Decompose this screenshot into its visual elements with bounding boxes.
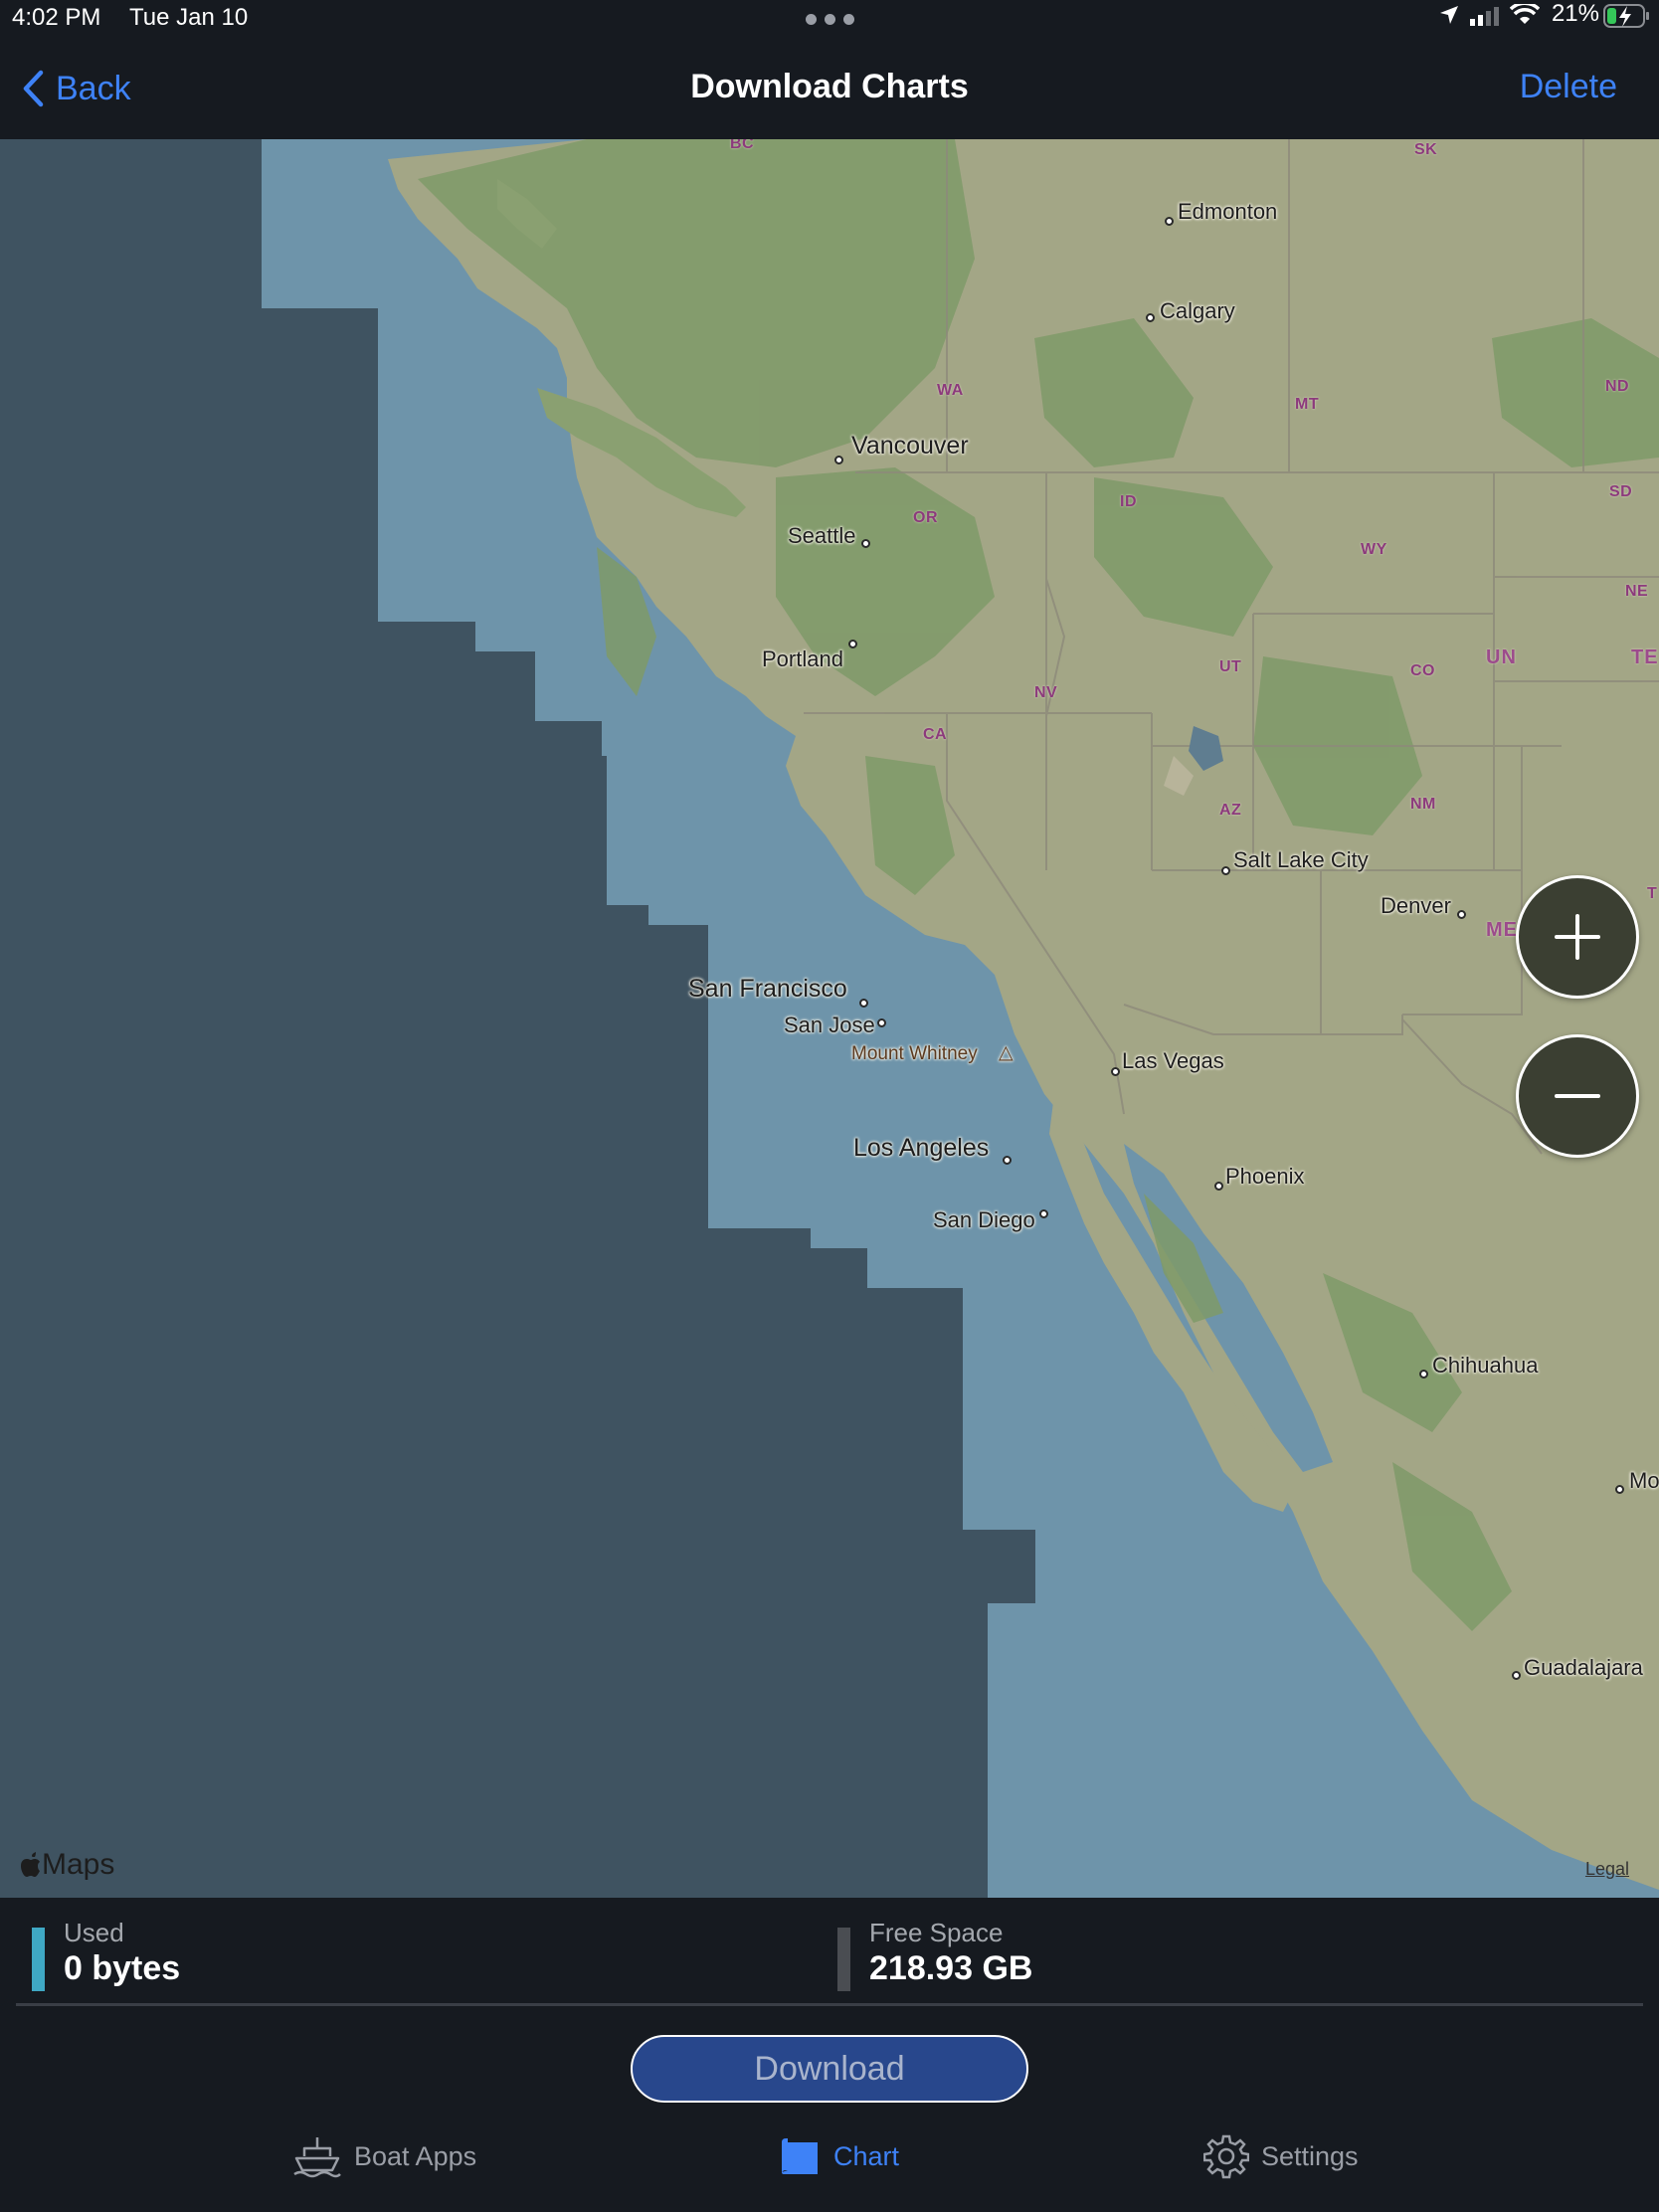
city-dot-edmonton bbox=[1165, 217, 1174, 226]
city-label-san-francisco: San Francisco bbox=[688, 975, 847, 1003]
used-value: 0 bytes bbox=[64, 1949, 181, 1987]
tab-chart-label: Chart bbox=[833, 2140, 900, 2171]
region-label-mt: MT bbox=[1295, 396, 1320, 413]
city-label-vancouver: Vancouver bbox=[851, 432, 969, 460]
city-dot-salt-lake-city bbox=[1221, 866, 1230, 875]
city-dot-vancouver bbox=[834, 456, 843, 464]
city-dot-phoenix bbox=[1214, 1182, 1223, 1191]
legal-link[interactable]: Legal bbox=[1585, 1859, 1629, 1880]
city-label-denver: Denver bbox=[1381, 893, 1451, 918]
used-color-indicator bbox=[32, 1928, 45, 1991]
gear-icon bbox=[1203, 2134, 1249, 2179]
chart-map-icon bbox=[782, 2138, 818, 2174]
region-label-sk: SK bbox=[1414, 141, 1438, 158]
region-label-ca: CA bbox=[923, 726, 948, 743]
peak-label-mount-whitney: Mount Whitney bbox=[851, 1043, 978, 1064]
status-bar: 4:02 PM Tue Jan 10 21% bbox=[0, 0, 1659, 40]
used-label: Used bbox=[64, 1918, 124, 1947]
cellular-signal-icon bbox=[1470, 6, 1502, 31]
status-date: Tue Jan 10 bbox=[129, 4, 249, 31]
city-dot-san-francisco bbox=[859, 999, 868, 1008]
tab-settings-label: Settings bbox=[1261, 2140, 1359, 2171]
region-label-bc: BC bbox=[730, 139, 755, 152]
city-label-san-jose: San Jose bbox=[784, 1013, 875, 1037]
city-dot-portland bbox=[848, 640, 857, 648]
city-dot-guadalajara bbox=[1512, 1671, 1521, 1680]
city-dot-seattle bbox=[861, 539, 870, 548]
storage-summary: Used 0 bytes Free Space 218.93 GB bbox=[0, 1898, 1659, 2007]
city-label-salt-lake-city: Salt Lake City bbox=[1233, 847, 1369, 872]
zoom-out-button[interactable] bbox=[1516, 1034, 1639, 1158]
divider bbox=[16, 2003, 1643, 2006]
region-label-or: OR bbox=[913, 509, 938, 526]
city-dot-denver bbox=[1457, 910, 1466, 919]
city-label-las-vegas: Las Vegas bbox=[1122, 1048, 1224, 1073]
download-button[interactable]: Download bbox=[631, 2035, 1028, 2103]
minus-icon bbox=[1555, 1094, 1600, 1098]
city-label-edmonton: Edmonton bbox=[1178, 199, 1278, 224]
wifi-icon bbox=[1509, 1, 1541, 31]
tab-boat-apps[interactable]: Boat Apps bbox=[292, 2126, 476, 2186]
city-dot-san-jose bbox=[877, 1018, 886, 1027]
region-label-t: T bbox=[1647, 885, 1658, 902]
region-label-te: TE bbox=[1631, 646, 1659, 668]
used-storage: Used 0 bytes bbox=[32, 1918, 430, 1991]
region-label-co: CO bbox=[1410, 662, 1435, 679]
region-label-ut: UT bbox=[1219, 658, 1242, 675]
tab-settings[interactable]: Settings bbox=[1203, 2126, 1359, 2186]
free-label: Free Space bbox=[869, 1918, 1004, 1947]
apple-maps-logo: Maps bbox=[20, 1848, 114, 1882]
tab-boat-apps-label: Boat Apps bbox=[354, 2140, 477, 2171]
city-dot-calgary bbox=[1146, 313, 1155, 322]
city-label-guadalajara: Guadalajara bbox=[1524, 1655, 1643, 1680]
city-label-phoenix: Phoenix bbox=[1225, 1164, 1305, 1189]
battery-charging-icon bbox=[1603, 4, 1651, 33]
region-label-nm: NM bbox=[1410, 796, 1436, 813]
navigation-bar: Back Download Charts Delete bbox=[0, 40, 1659, 139]
location-arrow-icon bbox=[1438, 4, 1460, 31]
city-label-san-diego: San Diego bbox=[933, 1207, 1035, 1232]
tab-bar: Boat Apps Chart Settings bbox=[0, 2119, 1659, 2212]
region-label-ne: NE bbox=[1625, 583, 1649, 600]
multitasking-dots-icon[interactable] bbox=[806, 14, 855, 26]
city-label-portland: Portland bbox=[762, 646, 843, 671]
city-dot-mo bbox=[1615, 1485, 1624, 1494]
city-label-mo: Mo bbox=[1629, 1468, 1659, 1493]
tab-chart[interactable]: Chart bbox=[778, 2126, 899, 2186]
maps-logo-text: Maps bbox=[42, 1848, 115, 1881]
chart-map[interactable]: BC SK WA MT ND SD ID OR WY NE UT CO NV C… bbox=[0, 139, 1659, 1898]
region-label-nv: NV bbox=[1034, 684, 1058, 701]
city-label-seattle: Seattle bbox=[788, 523, 856, 548]
city-label-chihuahua: Chihuahua bbox=[1432, 1353, 1539, 1378]
free-value: 218.93 GB bbox=[869, 1949, 1033, 1987]
apple-logo-icon bbox=[21, 1852, 40, 1877]
city-dot-chihuahua bbox=[1419, 1370, 1428, 1379]
region-label-un: UN bbox=[1486, 646, 1517, 668]
city-dot-los-angeles bbox=[1003, 1156, 1012, 1165]
region-label-nd: ND bbox=[1605, 378, 1630, 395]
city-label-los-angeles: Los Angeles bbox=[853, 1134, 990, 1162]
region-label-id: ID bbox=[1120, 493, 1137, 510]
delete-button[interactable]: Delete bbox=[1520, 68, 1617, 106]
battery-percent: 21% bbox=[1551, 0, 1599, 27]
page-title: Download Charts bbox=[690, 68, 969, 105]
free-color-indicator bbox=[837, 1928, 850, 1991]
region-label-wa: WA bbox=[937, 382, 964, 399]
status-time: 4:02 PM bbox=[12, 4, 101, 31]
city-label-calgary: Calgary bbox=[1160, 298, 1235, 323]
region-label-sd: SD bbox=[1609, 483, 1633, 500]
boat-icon bbox=[293, 2137, 341, 2178]
free-storage: Free Space 218.93 GB bbox=[837, 1918, 1235, 1991]
peak-triangle-icon: △ bbox=[999, 1042, 1014, 1063]
city-dot-san-diego bbox=[1039, 1209, 1048, 1218]
city-dot-las-vegas bbox=[1111, 1067, 1120, 1076]
download-charts-screen: 4:02 PM Tue Jan 10 21% Back Download Cha… bbox=[0, 0, 1659, 2212]
region-label-az: AZ bbox=[1219, 802, 1242, 819]
zoom-in-button[interactable] bbox=[1516, 875, 1639, 999]
region-label-wy: WY bbox=[1361, 541, 1387, 558]
plus-icon bbox=[1555, 914, 1600, 960]
